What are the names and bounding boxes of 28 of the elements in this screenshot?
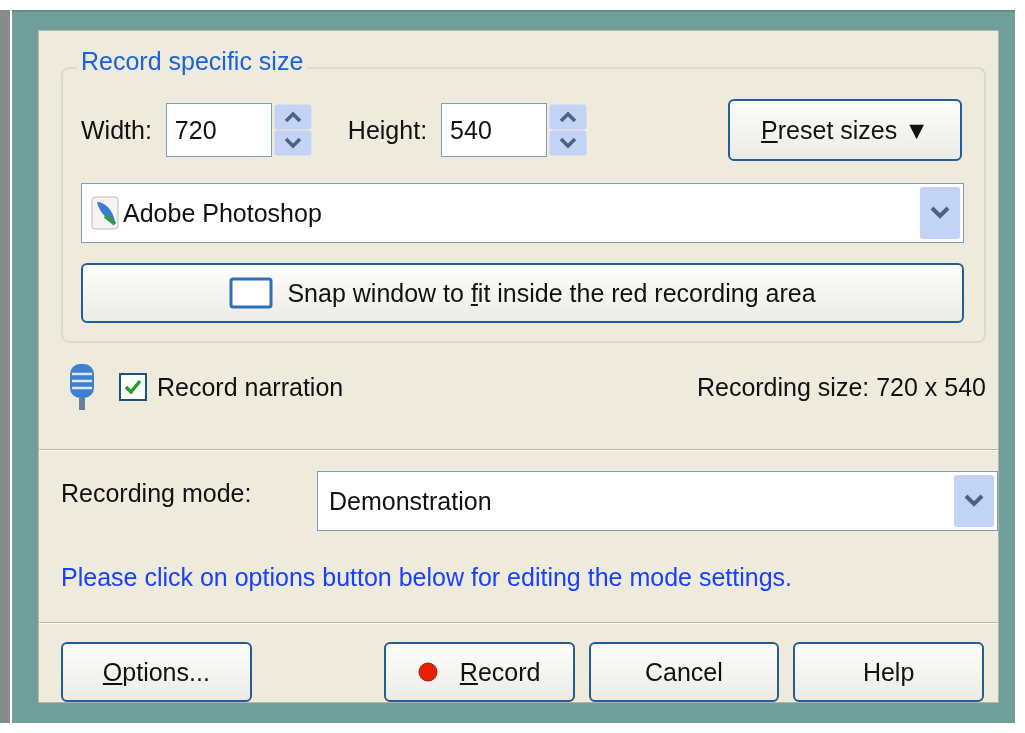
checkbox[interactable] (119, 373, 147, 401)
checkbox-label: Record narration (157, 372, 344, 402)
recording-mode-dropdown[interactable]: Demonstration (317, 471, 998, 531)
dropdown-value: Adobe Photoshop (123, 198, 323, 228)
spin-arrows-icon (273, 104, 312, 156)
recording-mode-label: Recording mode: (61, 478, 253, 508)
hint-text: Please click on options button below for editing the mode settings. (61, 563, 793, 592)
spin-arrows-icon (549, 104, 588, 156)
dialog-button[interactable]: Help (793, 642, 984, 702)
microphone-icon (67, 362, 97, 412)
height-field[interactable]: 540 (441, 103, 548, 157)
application-dropdown[interactable]: Adobe Photoshop (81, 183, 964, 243)
recording-size-text: Recording size: 720 x 540 (696, 372, 986, 402)
record-dot-icon (417, 662, 438, 682)
dialog-button[interactable]: Options... (61, 642, 252, 702)
snap-window-button[interactable]: Snap window to fit inside the red recording area (81, 263, 964, 323)
height-label: Height: (347, 115, 428, 145)
feather-icon (91, 196, 119, 230)
dropdown-value: Demonstration (328, 486, 493, 516)
spin-buttons[interactable] (273, 104, 312, 156)
preset-sizes-button[interactable]: Preset sizes ▼ (728, 99, 962, 161)
record-button[interactable]: Record (383, 642, 575, 702)
width-field[interactable]: 720 (165, 103, 272, 157)
width-label: Width: (81, 115, 152, 145)
spin-buttons[interactable] (549, 104, 588, 156)
dialog-button[interactable]: Cancel (588, 642, 780, 702)
check-icon (124, 379, 142, 395)
window-frame-icon (229, 277, 274, 309)
